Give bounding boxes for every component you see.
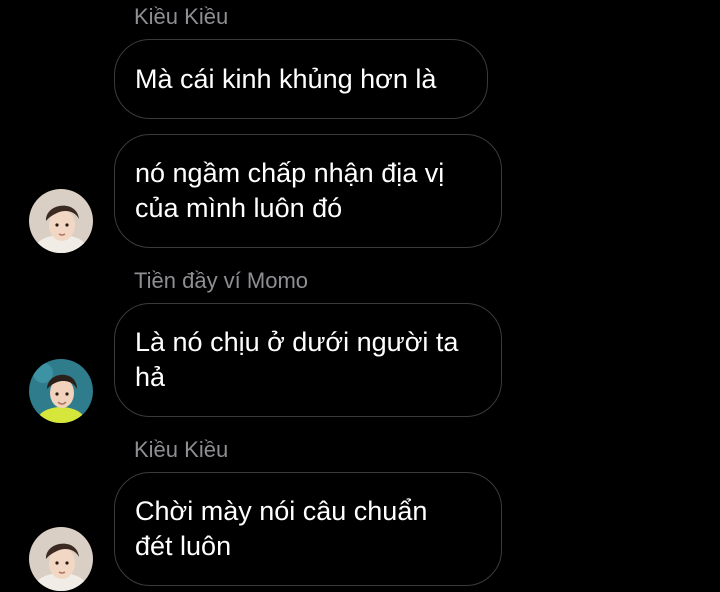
avatar[interactable] [29,359,93,423]
message-text: Là nó chịu ở dưới người ta [135,327,459,357]
avatar[interactable] [29,189,93,253]
sender-name: Tiền đầy ví Momo [134,268,309,293]
message-text: hả [135,362,166,392]
message-text: Chời mày nói câu chuẩn [135,496,428,526]
message-text: nó ngầm chấp nhận địa vị [135,158,445,188]
message-text: đét luôn [135,531,232,561]
message-bubble[interactable]: nó ngầm chấp nhận địa vị của mình luôn đ… [114,134,502,248]
sender-name: Kiều Kiều [134,437,229,462]
profile-photo-icon [29,189,93,253]
message-bubble[interactable]: Là nó chịu ở dưới người ta hả [114,303,502,417]
message-bubble[interactable]: Mà cái kinh khủng hơn là [114,39,488,119]
sender-name: Kiều Kiều [134,4,229,29]
profile-photo-icon [29,527,93,591]
avatar[interactable] [29,527,93,591]
message-text: của mình luôn đó [135,193,343,223]
profile-photo-icon [29,359,93,423]
message-text: Mà cái kinh khủng hơn là [135,63,437,94]
message-bubble[interactable]: Chời mày nói câu chuẩn đét luôn [114,472,502,586]
